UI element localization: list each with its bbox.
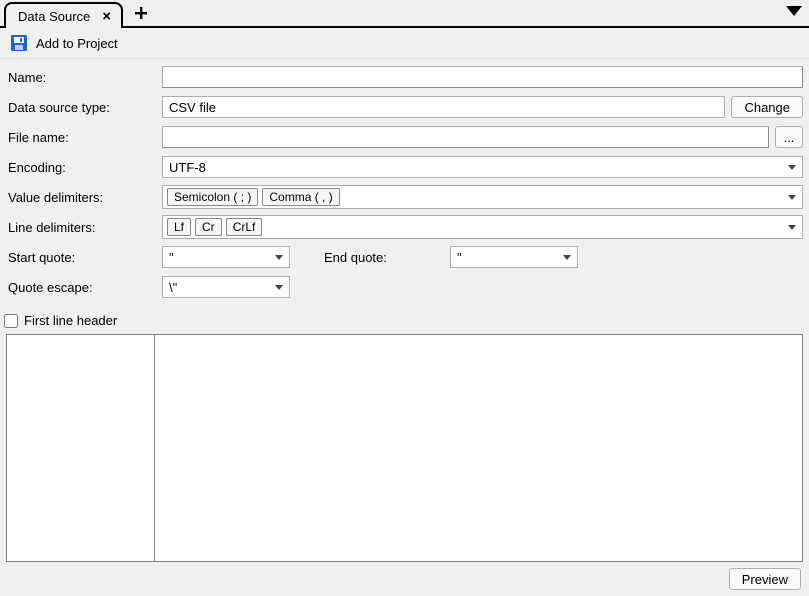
end-quote-label: End quote: (322, 250, 450, 265)
chip-crlf[interactable]: CrLf (226, 218, 263, 236)
preview-button[interactable]: Preview (729, 568, 801, 590)
start-quote-value: " (169, 250, 174, 265)
first-line-header-checkbox[interactable] (4, 314, 18, 328)
encoding-dropdown[interactable]: UTF-8 (162, 156, 803, 178)
end-quote-dropdown[interactable]: " (450, 246, 578, 268)
value-delimiters-label: Value delimiters: (6, 190, 162, 205)
change-button[interactable]: Change (731, 96, 803, 118)
line-delimiters-dropdown[interactable]: Lf Cr CrLf (162, 215, 803, 239)
start-quote-dropdown[interactable]: " (162, 246, 290, 268)
tab-bar: Data Source × (0, 0, 809, 28)
preview-panel (6, 334, 803, 562)
form-area: Name: Data source type: CSV file Change … (0, 59, 809, 309)
tab-menu-button[interactable] (785, 4, 803, 21)
toolbar: Add to Project (0, 28, 809, 59)
encoding-value: UTF-8 (169, 160, 206, 175)
add-to-project-label[interactable]: Add to Project (36, 36, 118, 51)
preview-columns-pane[interactable] (7, 335, 155, 561)
plus-icon (133, 5, 149, 21)
chip-comma[interactable]: Comma ( , ) (262, 188, 339, 206)
tab-label: Data Source (18, 9, 90, 24)
quote-escape-label: Quote escape: (6, 280, 162, 295)
chip-semicolon[interactable]: Semicolon ( ; ) (167, 188, 258, 206)
end-quote-value: " (457, 250, 462, 265)
encoding-label: Encoding: (6, 160, 162, 175)
name-input[interactable] (162, 66, 803, 88)
chevron-down-icon (785, 4, 803, 18)
close-icon[interactable]: × (100, 9, 113, 24)
line-delimiters-label: Line delimiters: (6, 220, 162, 235)
add-tab-button[interactable] (127, 0, 155, 26)
quote-escape-value: \" (169, 280, 177, 295)
browse-button[interactable]: ... (775, 126, 803, 148)
first-line-header-row: First line header (0, 309, 809, 334)
tab-data-source[interactable]: Data Source × (4, 2, 123, 28)
chip-lf[interactable]: Lf (167, 218, 191, 236)
start-quote-label: Start quote: (6, 250, 162, 265)
first-line-header-label[interactable]: First line header (24, 313, 117, 328)
data-source-type-label: Data source type: (6, 100, 162, 115)
quote-escape-dropdown[interactable]: \" (162, 276, 290, 298)
chip-cr[interactable]: Cr (195, 218, 222, 236)
value-delimiters-dropdown[interactable]: Semicolon ( ; ) Comma ( , ) (162, 185, 803, 209)
file-name-label: File name: (6, 130, 162, 145)
file-name-input[interactable] (162, 126, 769, 148)
save-icon[interactable] (10, 34, 28, 52)
ellipsis-icon: ... (784, 130, 795, 145)
name-label: Name: (6, 70, 162, 85)
data-source-type-value: CSV file (162, 96, 725, 118)
preview-data-pane[interactable] (155, 335, 802, 561)
